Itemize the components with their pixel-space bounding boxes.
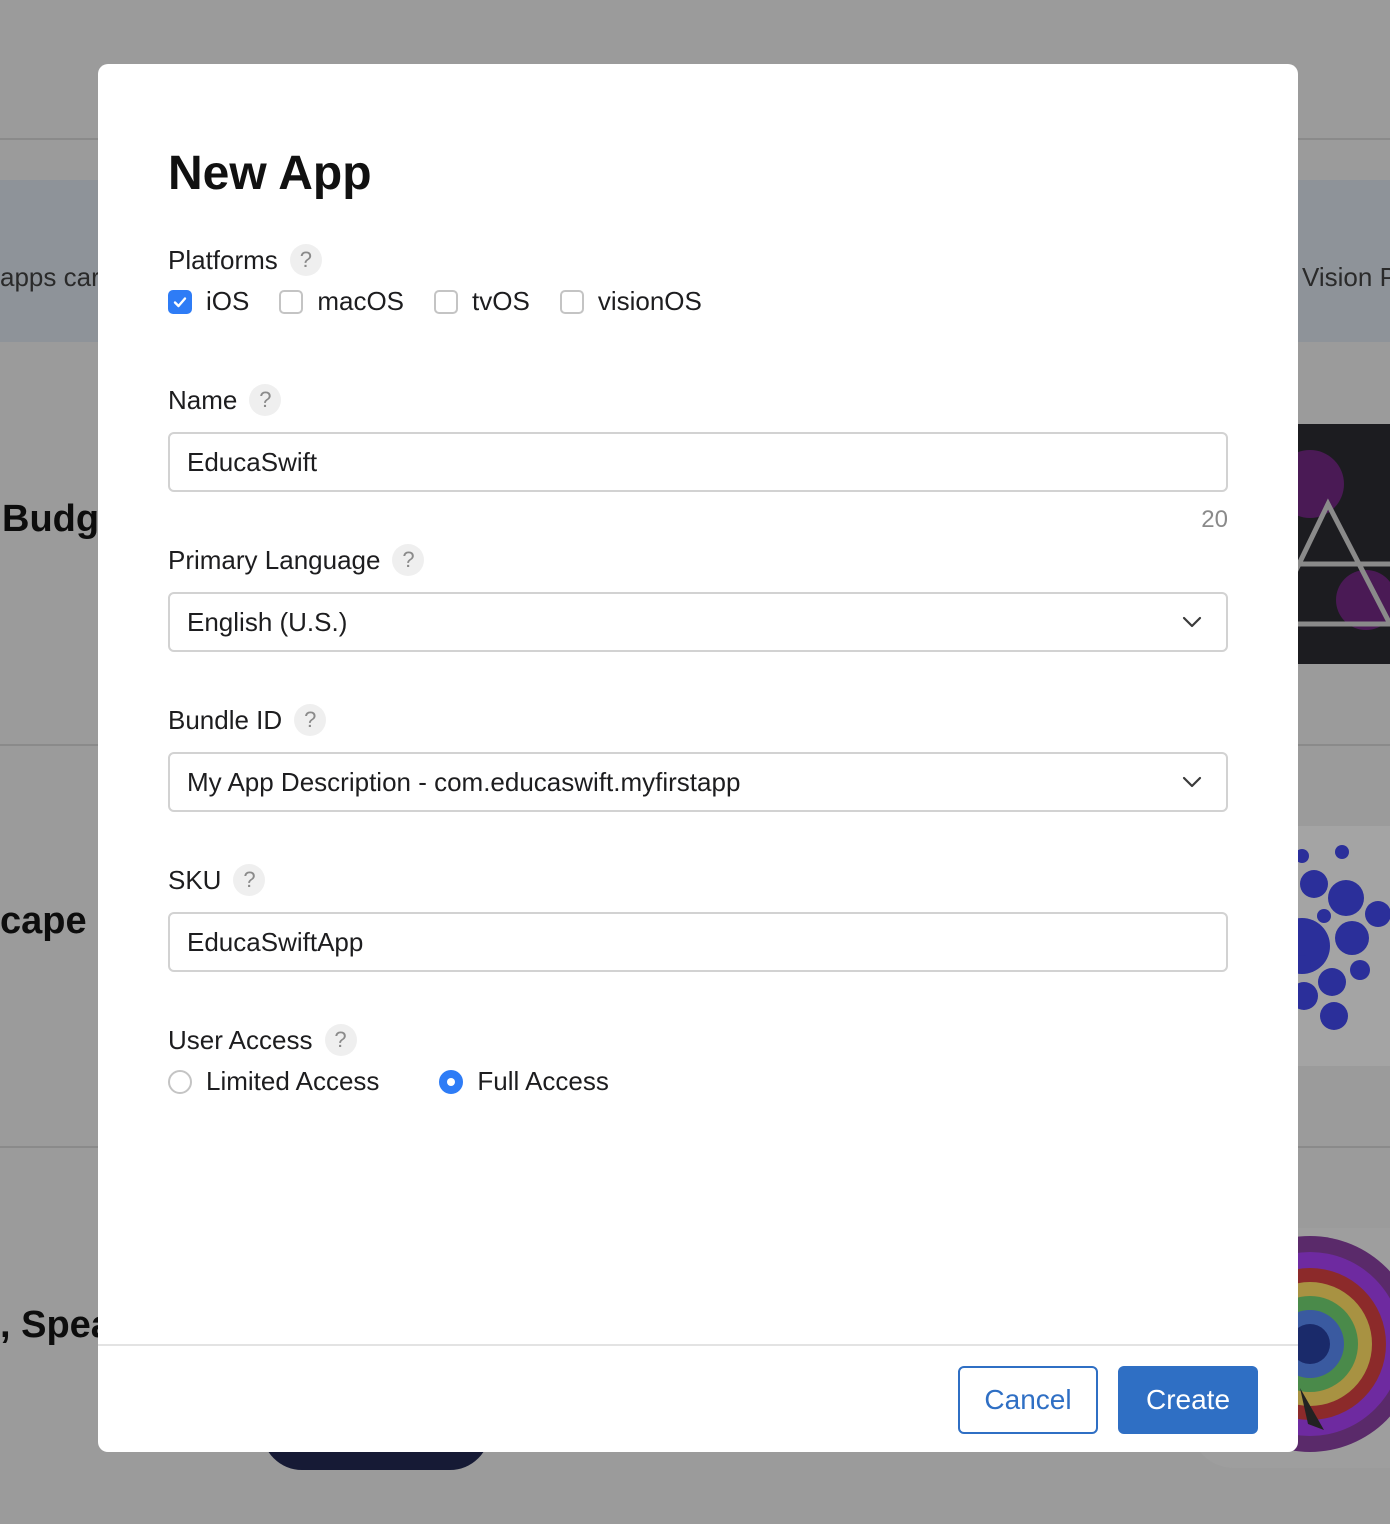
radio-limited-access[interactable]: Limited Access bbox=[168, 1066, 379, 1097]
checkbox-macos[interactable]: macOS bbox=[279, 286, 404, 317]
primary-language-label-row: Primary Language ? bbox=[168, 544, 425, 576]
primary-language-label: Primary Language bbox=[168, 544, 381, 575]
name-label-row: Name ? bbox=[168, 384, 282, 416]
bundle-id-help-icon[interactable]: ? bbox=[294, 704, 327, 736]
user-access-radio-group: Limited Access Full Access bbox=[168, 1066, 669, 1097]
app-title: , Spea bbox=[0, 1304, 112, 1346]
checkbox-label: iOS bbox=[206, 286, 250, 316]
banner-text-right: Vision P bbox=[1302, 262, 1390, 292]
checkbox-ios[interactable]: iOS bbox=[168, 286, 249, 317]
name-label: Name bbox=[168, 384, 238, 415]
sku-help-icon[interactable]: ? bbox=[233, 864, 266, 896]
platforms-help-icon[interactable]: ? bbox=[289, 244, 322, 276]
platforms-label: Platforms bbox=[168, 244, 278, 275]
bundle-id-value: My App Description - com.educaswift.myfi… bbox=[187, 766, 741, 797]
sku-label: SKU bbox=[168, 864, 222, 895]
checkbox-label: macOS bbox=[317, 286, 405, 316]
footer-divider bbox=[98, 1344, 1298, 1346]
banner-text-left: apps car bbox=[0, 262, 100, 292]
radio-label: Full Access bbox=[477, 1066, 609, 1096]
chevron-down-icon bbox=[1182, 616, 1202, 628]
name-character-counter: 20 bbox=[1201, 506, 1228, 533]
sku-input[interactable] bbox=[187, 914, 1226, 970]
radio-full-access[interactable]: Full Access bbox=[439, 1066, 609, 1097]
checkbox-tvos[interactable]: tvOS bbox=[434, 286, 530, 317]
radio-button-selected[interactable] bbox=[439, 1069, 464, 1094]
cancel-button[interactable]: Cancel bbox=[958, 1366, 1098, 1434]
radio-label: Limited Access bbox=[206, 1066, 380, 1096]
user-access-label-row: User Access ? bbox=[168, 1024, 357, 1056]
user-access-label: User Access bbox=[168, 1024, 313, 1055]
checkmark-icon[interactable] bbox=[168, 289, 192, 314]
checkbox-label: visionOS bbox=[597, 286, 702, 316]
chevron-down-icon bbox=[1182, 776, 1202, 788]
bundle-id-select[interactable]: My App Description - com.educaswift.myfi… bbox=[168, 752, 1228, 812]
name-field[interactable] bbox=[168, 432, 1228, 492]
app-title: Budg bbox=[2, 498, 100, 540]
primary-language-help-icon[interactable]: ? bbox=[392, 544, 425, 576]
sku-label-row: SKU ? bbox=[168, 864, 266, 896]
new-app-dialog: New App Platforms ? iOS macOS tvOS visio… bbox=[98, 64, 1298, 1452]
checkbox-box[interactable] bbox=[559, 289, 584, 314]
create-button[interactable]: Create bbox=[1118, 1366, 1258, 1434]
checkbox-label: tvOS bbox=[472, 286, 530, 316]
primary-language-select[interactable]: English (U.S.) bbox=[168, 592, 1228, 652]
checkbox-box[interactable] bbox=[434, 289, 459, 314]
bundle-id-label: Bundle ID bbox=[168, 704, 283, 735]
bundle-id-label-row: Bundle ID ? bbox=[168, 704, 327, 736]
checkbox-visionos[interactable]: visionOS bbox=[559, 286, 702, 317]
checkbox-box[interactable] bbox=[279, 289, 304, 314]
radio-button[interactable] bbox=[168, 1069, 192, 1094]
dialog-title: New App bbox=[168, 147, 372, 200]
platforms-label-row: Platforms ? bbox=[168, 244, 322, 276]
name-help-icon[interactable]: ? bbox=[249, 384, 282, 416]
name-input[interactable] bbox=[187, 434, 1226, 490]
sku-field[interactable] bbox=[168, 912, 1228, 972]
primary-language-value: English (U.S.) bbox=[187, 606, 348, 637]
platforms-checkbox-group: iOS macOS tvOS visionOS bbox=[168, 286, 732, 317]
user-access-help-icon[interactable]: ? bbox=[324, 1024, 357, 1056]
